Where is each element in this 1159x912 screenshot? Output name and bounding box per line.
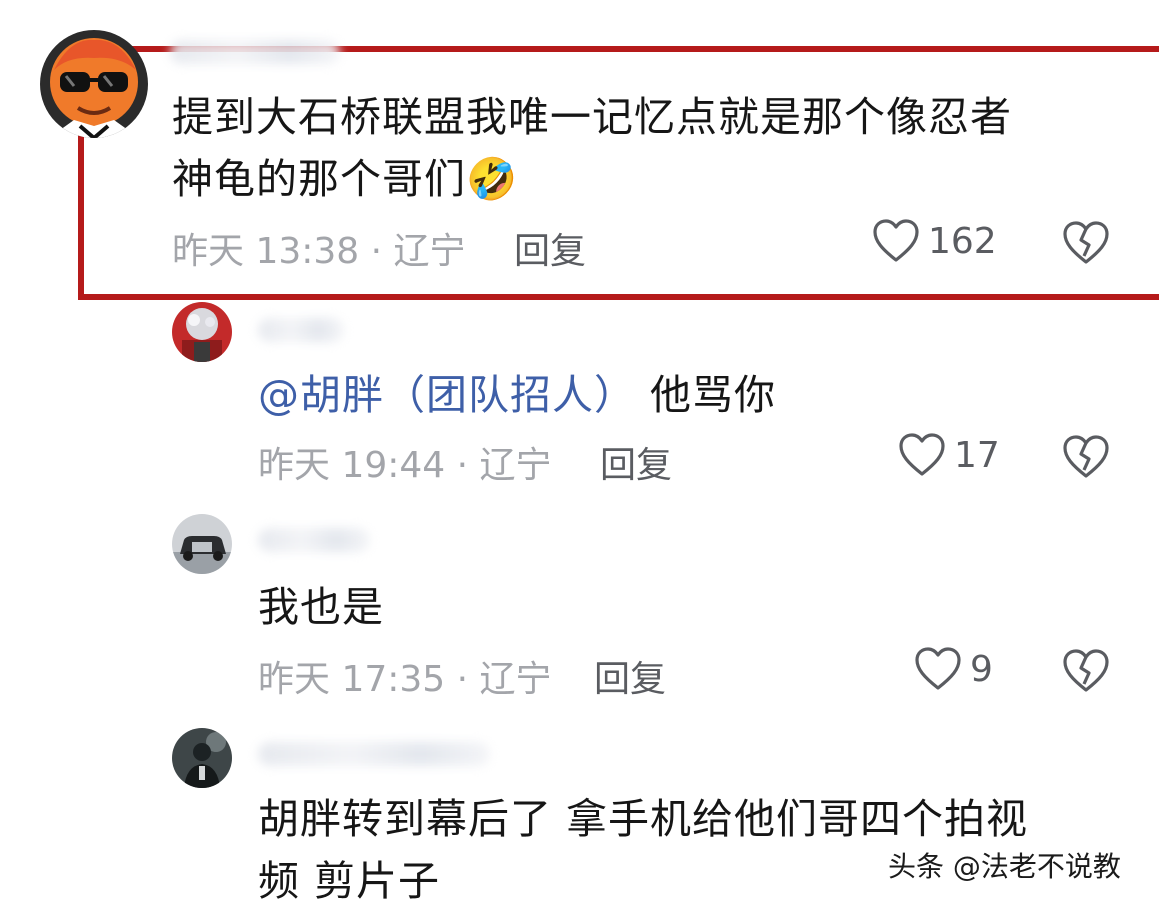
mention-link[interactable]: @胡胖（团队招人） <box>258 371 636 419</box>
reply-button[interactable]: 回复 <box>594 650 666 702</box>
avatar[interactable] <box>172 514 232 574</box>
dislike-button[interactable] <box>1062 220 1110 266</box>
username-blurred[interactable] <box>258 742 490 766</box>
username-blurred[interactable] <box>170 40 340 64</box>
heart-outline-icon <box>873 219 919 262</box>
username-blurred[interactable] <box>258 318 344 342</box>
like-count: 17 <box>954 434 1000 476</box>
username-blurred[interactable] <box>258 528 370 552</box>
watermark: 头条 @法老不说教 <box>888 850 1121 883</box>
like-count: 162 <box>928 220 997 262</box>
broken-heart-icon <box>1063 221 1109 264</box>
dislike-button[interactable] <box>1062 434 1110 480</box>
like-button[interactable]: 17 <box>898 432 1000 478</box>
like-button[interactable]: 162 <box>872 218 997 264</box>
broken-heart-icon <box>1063 435 1109 478</box>
heart-outline-icon <box>899 433 945 476</box>
comment-meta: 昨天 17:35 · 辽宁 <box>258 659 552 700</box>
broken-heart-icon <box>1063 649 1109 692</box>
avatar[interactable] <box>172 302 232 362</box>
comment-meta: 昨天 19:44 · 辽宁 <box>258 445 552 486</box>
reply-button[interactable]: 回复 <box>514 222 586 274</box>
heart-outline-icon <box>915 647 961 690</box>
comment-meta: 昨天 13:38 · 辽宁 <box>172 231 466 272</box>
rofl-emoji: 🤣 <box>466 155 519 203</box>
comment-text: @胡胖（团队招人） 他骂你 <box>258 371 777 419</box>
dislike-button[interactable] <box>1062 648 1110 694</box>
avatar[interactable] <box>172 728 232 788</box>
avatar[interactable] <box>40 30 148 138</box>
like-button[interactable]: 9 <box>914 646 993 692</box>
like-count: 9 <box>970 648 993 690</box>
comment-text: 提到大石桥联盟我唯一记忆点就是那个像忍者 神龟的那个哥们🤣 <box>172 93 1012 203</box>
comment-text: 我也是 <box>258 583 384 631</box>
reply-button[interactable]: 回复 <box>600 436 672 488</box>
